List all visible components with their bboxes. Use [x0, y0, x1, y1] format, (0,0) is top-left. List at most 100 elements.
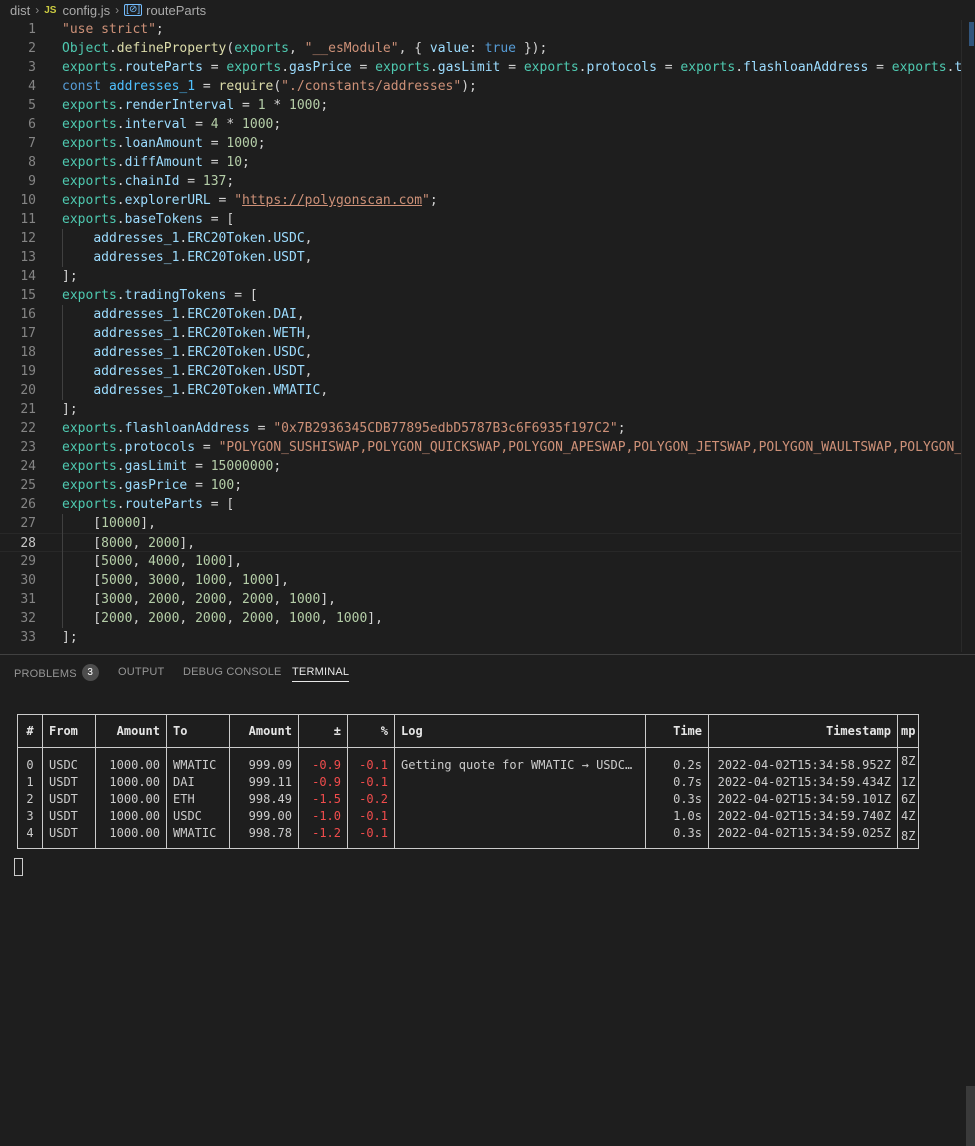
table-cell: 4 — [17, 825, 43, 849]
code-line[interactable]: 17 addresses_1.ERC20Token.WETH, — [0, 324, 961, 343]
code-token: 15000000 — [210, 459, 274, 474]
code-line[interactable]: 3 exports.routeParts = exports.gasPrice =… — [0, 58, 961, 77]
code-text: exports.chainId = 137; — [62, 172, 234, 191]
code-line[interactable]: 5 exports.renderInterval = 1 * 1000; — [0, 96, 961, 115]
code-line[interactable]: 19 addresses_1.ERC20Token.USDT, — [0, 362, 961, 381]
table-cell: -1.0 — [298, 808, 348, 825]
tab-debug-console[interactable]: DEBUG CONSOLE — [183, 666, 282, 678]
code-token: , — [132, 611, 149, 626]
table-cell: -0.1 — [347, 825, 395, 849]
table-cell: 0 — [17, 747, 43, 774]
breadcrumb-symbol[interactable]: routeParts — [146, 3, 206, 18]
code-token: 2000 — [101, 611, 133, 626]
terminal[interactable]: # From Amount To Amount ± % Log Time Tim… — [0, 690, 975, 1146]
table-cell: USDT — [42, 791, 96, 808]
line-number: 14 — [20, 269, 36, 284]
code-token: = — [351, 60, 376, 75]
code-line[interactable]: 14]; — [0, 267, 961, 286]
code-line[interactable]: 1 "use strict"; — [0, 20, 961, 39]
table-cell: USDC — [42, 747, 96, 774]
code-token: . — [116, 497, 125, 512]
code-token: = — [195, 79, 219, 94]
line-number: 17 — [20, 326, 36, 341]
code-line[interactable]: 33]; — [0, 628, 961, 647]
code-line[interactable]: 7 exports.loanAmount = 1000; — [0, 134, 961, 153]
table-cell: 2022-04-02T15:34:59.101Z — [708, 791, 898, 808]
code-token: . — [116, 421, 125, 436]
tab-terminal[interactable]: TERMINAL — [292, 666, 350, 682]
code-editor[interactable]: 1 "use strict"; 2 Object.defineProperty(exp… — [0, 20, 961, 652]
table-cell: -1.5 — [298, 791, 348, 808]
tab-output[interactable]: OUTPUT — [118, 666, 164, 678]
table-cell: USDT — [42, 774, 96, 791]
code-line[interactable]: 9 exports.chainId = 137; — [0, 172, 961, 191]
table-cell: -0.2 — [347, 791, 395, 808]
code-text: exports.gasPrice = 100; — [62, 476, 242, 495]
code-token: ; — [234, 478, 243, 493]
code-line[interactable]: 30 [5000, 3000, 1000, 1000], — [0, 571, 961, 590]
code-token: . — [116, 174, 125, 189]
code-token: exports — [62, 136, 117, 151]
line-number: 33 — [20, 630, 36, 645]
code-line[interactable]: 20 addresses_1.ERC20Token.WMATIC, — [0, 381, 961, 400]
code-line[interactable]: 25 exports.gasPrice = 100; — [0, 476, 961, 495]
code-token: exports — [62, 497, 117, 512]
code-token: protocols — [124, 440, 196, 455]
code-line[interactable]: 10 exports.explorerURL = "https://polygon… — [0, 191, 961, 210]
code-line[interactable]: 13 addresses_1.ERC20Token.USDT, — [0, 248, 961, 267]
breadcrumb-folder[interactable]: dist — [10, 3, 30, 18]
table-row: 0 USDC 1000.00 WMATIC 999.09 -0.9 -0.1 Getting … — [17, 747, 920, 774]
code-line[interactable]: 8 exports.diffAmount = 10; — [0, 153, 961, 172]
code-text: const addresses_1 = require("./constants… — [62, 77, 477, 96]
code-token: ); — [461, 79, 477, 94]
code-line[interactable]: 12 addresses_1.ERC20Token.USDC, — [0, 229, 961, 248]
breadcrumb-file[interactable]: config.js — [62, 3, 110, 18]
tab-problems[interactable]: PROBLEMS 3 — [14, 664, 99, 683]
code-line[interactable]: 27 [10000], — [0, 514, 961, 533]
code-line[interactable]: 11 exports.baseTokens = [ — [0, 210, 961, 229]
line-number: 2 — [28, 41, 36, 56]
code-line[interactable]: 22 exports.flashloanAddress = "0x7B293634… — [0, 419, 961, 438]
line-number: 4 — [28, 79, 36, 94]
code-line[interactable]: 16 addresses_1.ERC20Token.DAI, — [0, 305, 961, 324]
table-cell: 6Z — [896, 791, 920, 808]
code-line[interactable]: 15 exports.tradingTokens = [ — [0, 286, 961, 305]
code-token: baseTokens — [124, 212, 203, 227]
code-line[interactable]: 23 exports.protocols = "POLYGON_SUSHISWAP… — [0, 438, 961, 457]
table-cell: 1000.00 — [95, 747, 167, 774]
terminal-scrollbar[interactable] — [966, 1086, 975, 1146]
code-line[interactable]: 28 [8000, 2000], — [0, 533, 961, 552]
code-line[interactable]: 24 exports.gasLimit = 15000000; — [0, 457, 961, 476]
line-number: 28 — [20, 536, 36, 551]
code-line[interactable]: 31 [3000, 2000, 2000, 2000, 1000], — [0, 590, 961, 609]
code-token: "0x7B2936345CDB77895edbD5787B3c6F6935f19… — [273, 421, 618, 436]
code-token: . — [735, 60, 744, 75]
table-cell: USDT — [42, 825, 96, 849]
table-cell: 998.49 — [229, 791, 299, 808]
editor-scrollbar[interactable] — [961, 20, 975, 652]
code-line[interactable]: 32 [2000, 2000, 2000, 2000, 1000, 1000], — [0, 609, 961, 628]
code-line[interactable]: 4 const addresses_1 = require("./constant… — [0, 77, 961, 96]
code-line[interactable]: 2 Object.defineProperty(exports, "__esMod… — [0, 39, 961, 58]
code-line[interactable]: 29 [5000, 4000, 1000], — [0, 552, 961, 571]
code-line[interactable]: 26 exports.routeParts = [ — [0, 495, 961, 514]
code-line[interactable]: 18 addresses_1.ERC20Token.USDC, — [0, 343, 961, 362]
code-token: ERC20Token — [187, 383, 266, 398]
code-token: ERC20Token — [187, 250, 266, 265]
code-token: 5000 — [101, 554, 133, 569]
code-token: , — [226, 611, 243, 626]
code-line[interactable]: 6 exports.interval = 4 * 1000; — [0, 115, 961, 134]
code-token: = — [210, 193, 235, 208]
line-number: 12 — [20, 231, 36, 246]
code-token: ( — [273, 79, 282, 94]
code-token: addresses_1 — [93, 364, 180, 379]
chevron-right-icon: › — [115, 3, 120, 17]
code-line[interactable]: 21]; — [0, 400, 961, 419]
code-token: . — [116, 155, 125, 170]
code-token: " — [422, 193, 430, 208]
code-token: 1000 — [195, 573, 227, 588]
code-token: , — [226, 592, 243, 607]
code-token: ], — [226, 554, 243, 569]
